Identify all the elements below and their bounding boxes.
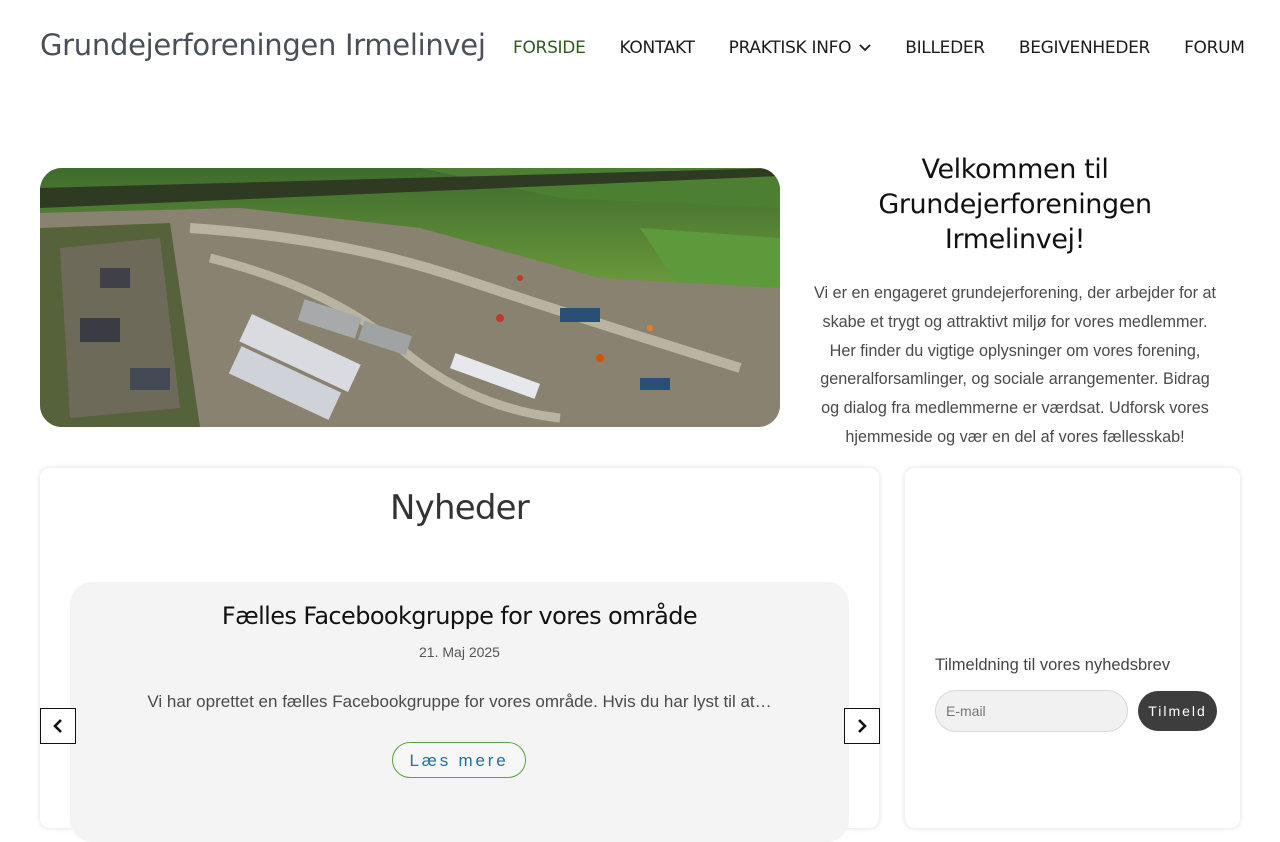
chevron-down-icon[interactable]: [859, 42, 871, 54]
welcome-title: Velkommen til Grundejerforeningen Irmeli…: [878, 154, 1152, 255]
site-title[interactable]: Grundejerforeningen Irmelinvej: [40, 28, 486, 62]
welcome-section: Velkommen til Grundejerforeningen Irmeli…: [810, 152, 1220, 452]
subscribe-button[interactable]: Tilmeld: [1138, 691, 1217, 731]
newsletter-label: Tilmeldning til vores nyhedsbrev: [935, 656, 1171, 674]
welcome-text: Vi er en engageret grundejerforening, de…: [814, 284, 1216, 446]
nav-item-forum[interactable]: FORUM: [1167, 38, 1262, 58]
nav-label: BEGIVENHEDER: [1018, 38, 1151, 58]
newsletter-card: Tilmeldning til vores nyhedsbrev Tilmeld: [905, 468, 1240, 828]
nav-label: KONTAKT: [619, 38, 695, 58]
news-card: Nyheder Fælles Facebookgruppe for vores …: [40, 468, 879, 842]
news-slide: Fælles Facebookgruppe for vores område 2…: [70, 582, 849, 842]
nav-item-billeder[interactable]: BILLEDER: [888, 38, 1002, 58]
email-input[interactable]: [935, 690, 1128, 732]
chevron-right-icon: [857, 719, 867, 733]
nav-item-praktisk-info[interactable]: PRAKTISK INFO: [712, 38, 889, 58]
nav-item-begivenheder[interactable]: BEGIVENHEDER: [1002, 38, 1167, 58]
slider-prev-button[interactable]: [40, 708, 76, 744]
site-header: Grundejerforeningen Irmelinvej FORSIDE K…: [0, 0, 1280, 100]
nav-item-kontakt[interactable]: KONTAKT: [603, 38, 712, 58]
nav-label: FORSIDE: [513, 38, 586, 58]
nav-item-forside[interactable]: FORSIDE: [496, 38, 603, 58]
chevron-left-icon: [53, 719, 63, 733]
read-more-button[interactable]: Læs mere: [392, 742, 526, 778]
news-slide-excerpt: Vi har oprettet en fælles Facebookgruppe…: [147, 692, 772, 711]
hero-aerial-image: [40, 168, 780, 427]
news-title: Nyheder: [390, 488, 530, 528]
news-slide-title[interactable]: Fælles Facebookgruppe for vores område: [70, 602, 849, 630]
nav-label: FORUM: [1184, 38, 1245, 58]
nav-label: PRAKTISK INFO: [728, 38, 852, 58]
main-nav: FORSIDE KONTAKT PRAKTISK INFO BILLEDER B…: [496, 38, 1262, 58]
slider-next-button[interactable]: [844, 708, 880, 744]
nav-label: BILLEDER: [905, 38, 985, 58]
news-slide-date: 21. Maj 2025: [419, 644, 500, 660]
